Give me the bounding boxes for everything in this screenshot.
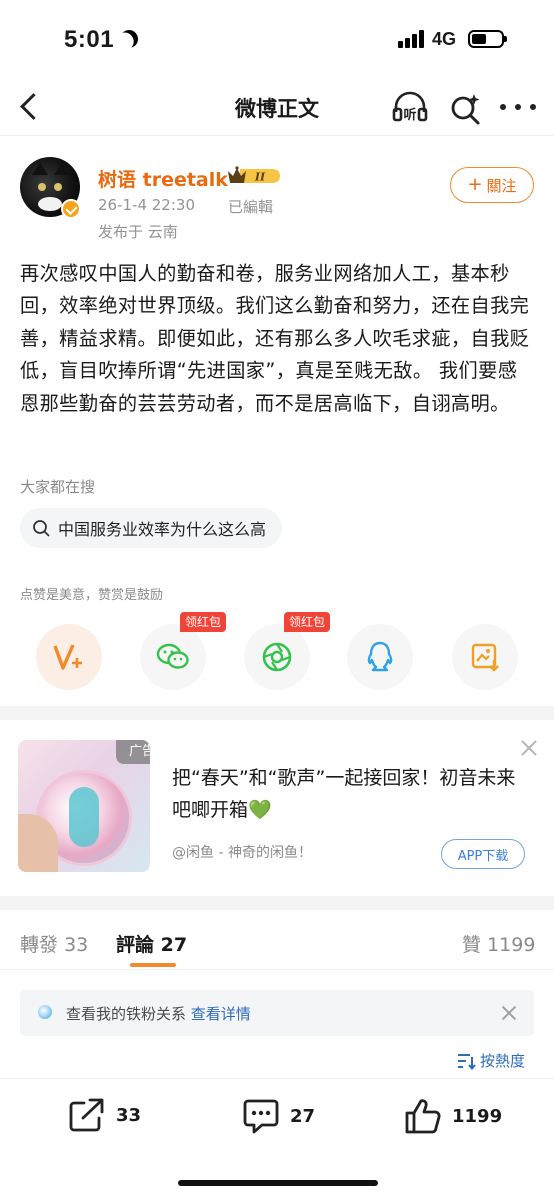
verified-badge-icon <box>61 199 81 219</box>
sort-by-hot-button[interactable]: 按熱度 <box>456 1050 525 1071</box>
cellular-signal-icon <box>398 30 426 48</box>
share-icon <box>69 1098 104 1132</box>
comment-button[interactable]: 27 <box>242 1097 315 1135</box>
moments-share-button[interactable] <box>244 624 310 690</box>
follow-button[interactable]: + 關注 <box>450 167 534 203</box>
qq-share-button[interactable] <box>347 624 413 690</box>
v-plus-button[interactable] <box>36 624 102 690</box>
post-text: 再次感叹中国人的勤奋和卷，服务业网络加人工，基本秒回，效率绝对世界顶级。我们这么… <box>20 262 530 415</box>
fan-relationship-bar[interactable]: 查看我的铁粉关系 查看详情 <box>20 990 534 1036</box>
tab-bar: 轉發 33 評論 27 贊 1199 <box>0 922 554 970</box>
fan-text-wrapper: 查看我的铁粉关系 查看详情 <box>66 1003 251 1024</box>
status-bar: 5:01 4G <box>0 0 554 80</box>
ad-tag: 广告 <box>116 740 150 764</box>
status-time: 5:01 <box>64 26 115 53</box>
post-location: 发布于 云南 <box>98 223 178 241</box>
save-image-button[interactable] <box>452 624 518 690</box>
battery-icon <box>468 30 507 48</box>
repost-button[interactable]: 33 <box>68 1097 141 1133</box>
username[interactable]: 树语 treetalk <box>98 165 228 192</box>
red-packet-tag: 领红包 <box>284 612 331 632</box>
tab-likes[interactable]: 贊 1199 <box>462 930 535 957</box>
ad-title[interactable]: 把“春天”和“歌声”一起接回家！初音未来吧唧开箱💚 <box>172 762 524 826</box>
listen-headphones-icon[interactable]: 听 <box>392 90 428 124</box>
listen-label: 听 <box>403 107 416 123</box>
red-packet-tag: 领红包 <box>180 612 227 632</box>
save-image-icon <box>471 643 499 672</box>
search-icon <box>32 519 50 537</box>
moments-icon <box>262 642 292 672</box>
close-icon[interactable] <box>498 1002 520 1024</box>
search-sparkle-icon[interactable] <box>448 92 482 126</box>
hot-search-query: 中国服务业效率为什么这么高 <box>58 520 267 539</box>
tab-reposts[interactable]: 轉發 33 <box>20 930 88 957</box>
do-not-disturb-moon-icon <box>117 27 142 52</box>
wechat-icon <box>156 643 189 669</box>
section-divider <box>0 896 554 910</box>
tab-comments-count: 27 <box>160 934 188 956</box>
plus-icon: + <box>467 174 483 195</box>
active-tab-indicator <box>130 963 176 967</box>
qq-icon <box>367 641 393 672</box>
reward-label: 点赞是美意，赞赏是鼓励 <box>20 588 164 603</box>
crown-rank-badge[interactable]: II <box>226 165 282 187</box>
thumbs-up-icon <box>405 1099 441 1134</box>
edited-label[interactable]: 已編輯 <box>228 196 273 217</box>
hot-search-label: 大家都在搜 <box>20 478 96 496</box>
fan-detail-link[interactable]: 查看详情 <box>191 1005 251 1023</box>
app-download-button[interactable]: APP下载 <box>441 839 525 869</box>
share-row: 领红包 领红包 <box>0 612 554 698</box>
v-plus-icon <box>53 644 82 670</box>
ad-source: @闲鱼 - 神奇的闲鱼！ <box>172 845 312 861</box>
tab-likes-count: 1199 <box>487 934 536 956</box>
wechat-share-button[interactable] <box>140 624 206 690</box>
comment-icon <box>243 1099 279 1134</box>
tab-comments[interactable]: 評論 27 <box>116 930 187 957</box>
tab-likes-label: 贊 <box>462 934 482 956</box>
post-timestamp: 26-1-4 22:30 <box>98 196 195 214</box>
tab-reposts-count: 33 <box>64 934 89 956</box>
fan-badge-icon <box>38 1005 52 1019</box>
repost-count: 33 <box>116 1104 142 1126</box>
sort-icon <box>458 1053 476 1070</box>
follow-label: 關注 <box>486 176 517 195</box>
sort-label: 按熱度 <box>480 1052 526 1070</box>
home-indicator[interactable] <box>178 1180 378 1186</box>
like-button[interactable]: 1199 <box>404 1097 502 1135</box>
hot-search-suggestion[interactable]: 中国服务业效率为什么这么高 <box>20 508 283 548</box>
tab-comments-label: 評論 <box>116 934 155 956</box>
section-divider <box>0 706 554 720</box>
network-type: 4G <box>432 29 457 49</box>
comment-count: 27 <box>290 1105 316 1127</box>
ad-image[interactable]: 广告 <box>18 740 150 872</box>
more-dots-icon[interactable] <box>500 92 536 122</box>
close-icon[interactable] <box>517 736 541 760</box>
like-count: 1199 <box>452 1105 503 1127</box>
navbar: 微博正文 听 <box>0 80 554 136</box>
tab-reposts-label: 轉發 <box>20 934 59 956</box>
rank-level: II <box>254 171 266 184</box>
fan-text: 查看我的铁粉关系 <box>66 1005 187 1023</box>
